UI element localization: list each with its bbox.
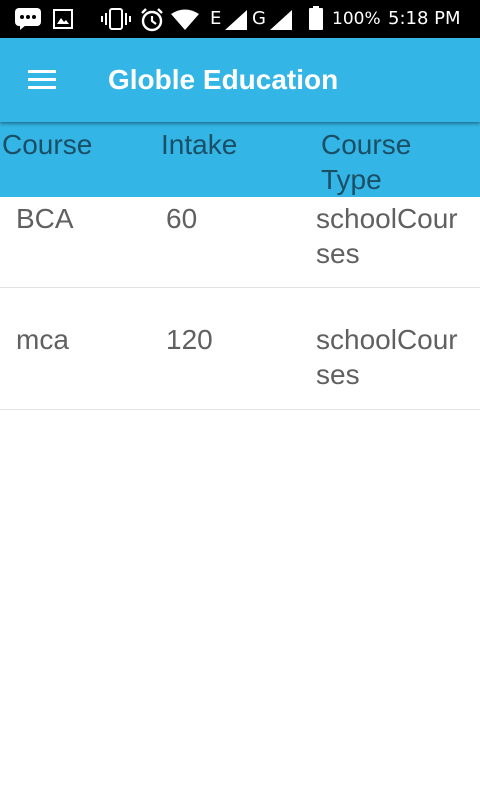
status-bar: E G 100% 5:18 PM [0, 0, 480, 38]
intake-cell: 60 [166, 203, 198, 234]
network-e-label: E [210, 8, 222, 29]
intake-cell: 120 [166, 324, 213, 355]
signal-icon [225, 10, 247, 30]
image-icon [53, 9, 73, 29]
app-toolbar: Globle Education [0, 38, 480, 122]
app-title: Globle Education [108, 64, 339, 95]
message-icon [15, 8, 41, 30]
column-header-course: Course [2, 129, 93, 160]
clock-time: 5:18 PM [388, 8, 461, 29]
column-header-course-type: Course Type [321, 129, 412, 195]
alarm-icon [141, 8, 163, 32]
battery-percent: 100% [332, 9, 381, 29]
network-g-label: G [252, 8, 266, 29]
course-type-cell: schoolCourses [316, 203, 458, 269]
column-header-intake: Intake [161, 129, 238, 160]
signal-icon [270, 10, 292, 30]
table-header: Course Intake Course Type [0, 122, 480, 197]
wifi-icon [171, 9, 199, 30]
course-cell: mca [16, 324, 69, 355]
battery-icon [309, 6, 323, 30]
course-type-cell: schoolCourses [316, 324, 458, 390]
menu-button[interactable] [20, 62, 64, 98]
table-row[interactable]: BCA 60 schoolCourses [0, 197, 480, 288]
table-row[interactable]: mca 120 schoolCourses [0, 288, 480, 410]
vibrate-icon [101, 8, 131, 30]
course-cell: BCA [16, 203, 74, 234]
